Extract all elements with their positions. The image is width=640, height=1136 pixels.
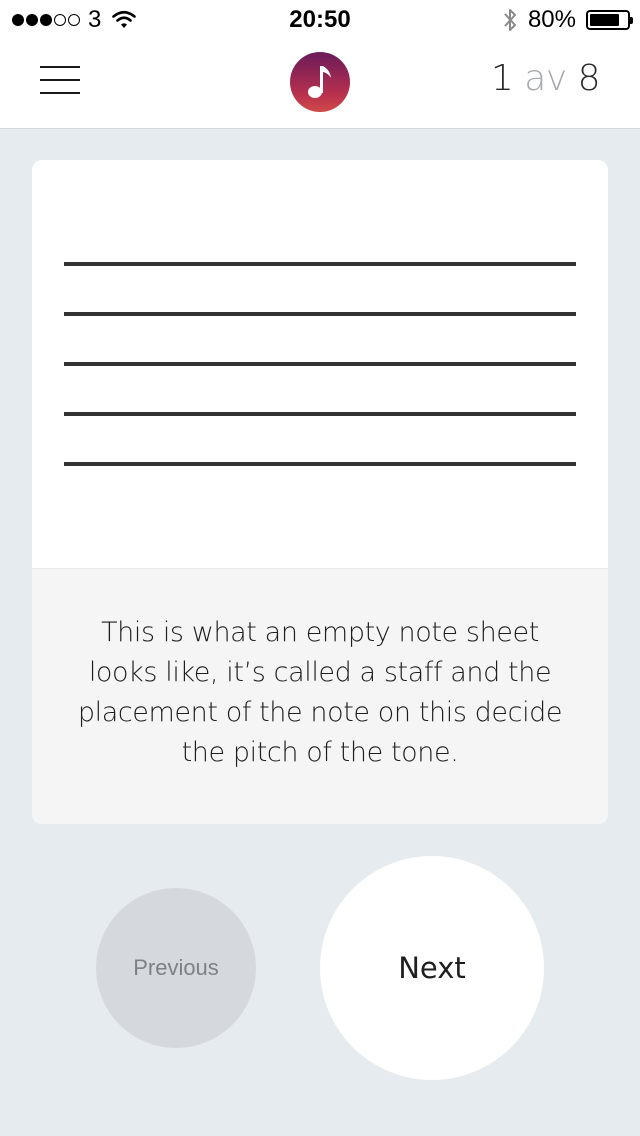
battery-icon: [586, 10, 633, 30]
app-logo: [290, 52, 350, 112]
menu-line: [40, 79, 80, 81]
staff-line: [64, 462, 576, 466]
staff-line: [64, 362, 576, 366]
battery-percentage: 80%: [527, 6, 576, 33]
lesson-caption: This is what an empty note sheet looks l…: [77, 617, 563, 768]
staff-line: [64, 262, 576, 266]
page-separator: av: [524, 58, 567, 99]
status-bar: 3 20:50 80%: [0, 0, 640, 40]
page-counter: 1 av 8: [490, 58, 601, 99]
staff-line: [64, 312, 576, 316]
previous-button[interactable]: Previous: [96, 888, 256, 1048]
caption-area: This is what an empty note sheet looks l…: [32, 568, 608, 824]
hamburger-menu-icon[interactable]: [40, 66, 80, 96]
nav-bar: 1 av 8: [0, 40, 640, 129]
next-button[interactable]: Next: [320, 856, 544, 1080]
lesson-card: This is what an empty note sheet looks l…: [32, 160, 608, 824]
staff-area: [32, 160, 608, 568]
status-right: 80%: [502, 6, 633, 34]
staff-line: [64, 412, 576, 416]
bluetooth-icon: [504, 9, 516, 31]
battery-fill: [590, 14, 619, 26]
music-note-icon: [308, 66, 331, 98]
page-current: 1: [490, 58, 514, 99]
menu-line: [40, 92, 80, 94]
menu-line: [40, 66, 80, 68]
page-total: 8: [577, 58, 601, 99]
